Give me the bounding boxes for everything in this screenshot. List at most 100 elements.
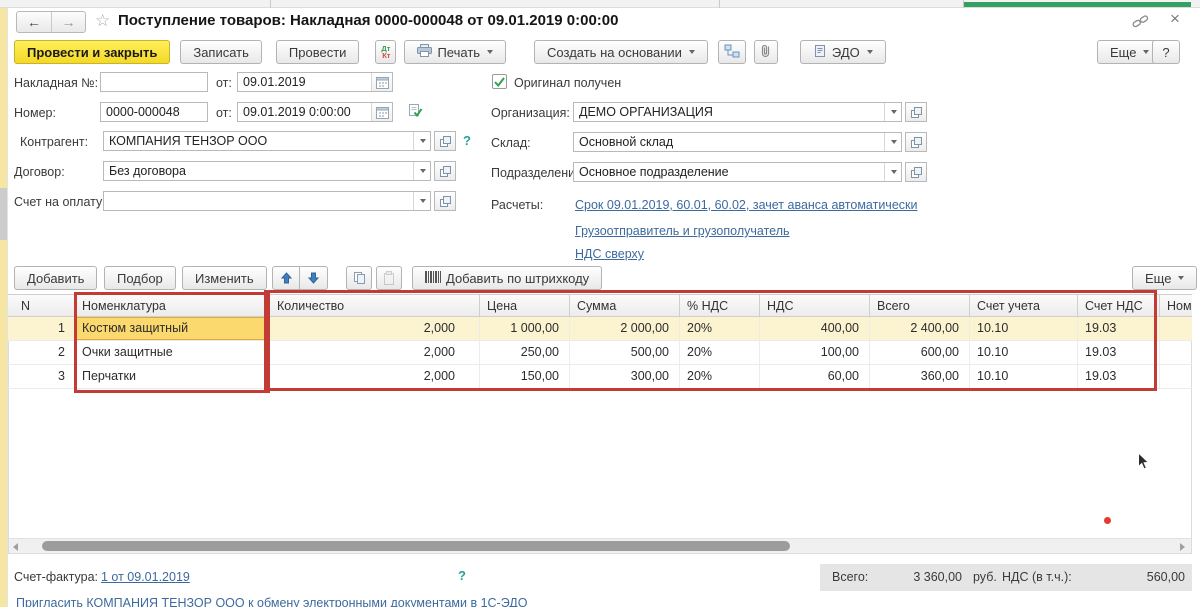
calendar-icon[interactable] — [371, 73, 392, 91]
warehouse-open-button[interactable] — [905, 132, 927, 152]
cell-n[interactable]: 1 — [8, 317, 75, 341]
warehouse-combobox[interactable]: Основной склад — [573, 132, 902, 152]
counterparty-help-link[interactable]: ? — [463, 133, 471, 148]
copy-rows-button[interactable] — [346, 266, 372, 290]
add-row-button[interactable]: Добавить — [14, 266, 97, 290]
document-posted-check-icon[interactable] — [408, 103, 424, 122]
cell-vat-percent[interactable]: 20% — [680, 317, 760, 341]
help-button[interactable]: ? — [1152, 40, 1180, 64]
chevron-down-icon[interactable] — [884, 133, 901, 151]
cell-vat[interactable]: 60,00 — [760, 365, 870, 389]
department-combobox[interactable]: Основное подразделение — [573, 162, 902, 182]
cell-total[interactable]: 600,00 — [870, 341, 970, 365]
warehouse-value[interactable]: Основной склад — [574, 135, 884, 149]
cell-clipped[interactable] — [1160, 365, 1192, 389]
cell-vat-account[interactable]: 19.03 — [1078, 317, 1160, 341]
chevron-down-icon[interactable] — [884, 163, 901, 181]
invoice-factura-link[interactable]: 1 от 09.01.2019 — [101, 570, 190, 584]
cell-sum[interactable]: 2 000,00 — [570, 317, 680, 341]
organization-combobox[interactable]: ДЕМО ОРГАНИЗАЦИЯ — [573, 102, 902, 122]
cell-clipped[interactable] — [1160, 341, 1192, 365]
chevron-down-icon[interactable] — [413, 192, 430, 210]
department-value[interactable]: Основное подразделение — [574, 165, 884, 179]
cell-vat[interactable]: 100,00 — [760, 341, 870, 365]
get-link-icon[interactable] — [1132, 14, 1149, 32]
chevron-down-icon[interactable] — [413, 132, 430, 150]
close-icon[interactable]: × — [1170, 11, 1180, 27]
related-documents-button[interactable] — [718, 40, 746, 64]
payment-invoice-open-button[interactable] — [434, 191, 456, 211]
invoice-date-field[interactable]: 09.01.2019 — [237, 72, 393, 92]
doc-datetime-value[interactable]: 09.01.2019 0:00:00 — [238, 105, 371, 119]
post-button[interactable]: Провести — [276, 40, 360, 64]
invoice-number-field[interactable] — [100, 72, 208, 92]
number-field[interactable]: 0000-000048 — [100, 102, 208, 122]
doc-datetime-field[interactable]: 09.01.2019 0:00:00 — [237, 102, 393, 122]
back-button[interactable]: ← — [17, 12, 51, 32]
scrollbar-thumb[interactable] — [42, 541, 790, 551]
cell-nomenclature[interactable]: Перчатки — [75, 365, 270, 389]
scroll-right-icon[interactable] — [1180, 543, 1185, 551]
counterparty-open-button[interactable] — [434, 131, 456, 151]
contract-open-button[interactable] — [434, 161, 456, 181]
attachments-button[interactable] — [754, 40, 778, 64]
cell-vat-account[interactable]: 19.03 — [1078, 341, 1160, 365]
cell-quantity[interactable]: 2,000 — [270, 365, 480, 389]
scroll-left-icon[interactable] — [13, 543, 18, 551]
original-received-label[interactable]: Оригинал получен — [514, 76, 621, 90]
organization-open-button[interactable] — [905, 102, 927, 122]
cell-account[interactable]: 10.10 — [970, 365, 1078, 389]
cell-account[interactable]: 10.10 — [970, 317, 1078, 341]
counterparty-combobox[interactable]: КОМПАНИЯ ТЕНЗОР ООО — [103, 131, 431, 151]
print-button[interactable]: Печать — [404, 40, 506, 64]
move-up-button[interactable] — [272, 266, 300, 290]
vat-on-top-link[interactable]: НДС сверху — [575, 247, 644, 261]
cell-quantity[interactable]: 2,000 — [270, 317, 480, 341]
add-by-barcode-button[interactable]: Добавить по штрихкоду — [412, 266, 602, 290]
edit-button[interactable]: Изменить — [182, 266, 267, 290]
chevron-down-icon[interactable] — [413, 162, 430, 180]
cell-account[interactable]: 10.10 — [970, 341, 1078, 365]
cell-vat[interactable]: 400,00 — [760, 317, 870, 341]
move-down-button[interactable] — [300, 266, 328, 290]
counterparty-value[interactable]: КОМПАНИЯ ТЕНЗОР ООО — [104, 134, 413, 148]
cell-sum[interactable]: 500,00 — [570, 341, 680, 365]
edo-invite-link[interactable]: Пригласить КОМПАНИЯ ТЕНЗОР ООО к обмену … — [16, 596, 527, 607]
cell-total[interactable]: 360,00 — [870, 365, 970, 389]
cell-vat-account[interactable]: 19.03 — [1078, 365, 1160, 389]
calendar-icon[interactable] — [371, 103, 392, 121]
invoice-date-value[interactable]: 09.01.2019 — [238, 75, 371, 89]
payment-invoice-combobox[interactable] — [103, 191, 431, 211]
cell-price[interactable]: 1 000,00 — [480, 317, 570, 341]
cell-price[interactable]: 250,00 — [480, 341, 570, 365]
post-and-close-button[interactable]: Провести и закрыть — [14, 40, 170, 64]
dtkt-postings-button[interactable]: ДтКт — [375, 40, 396, 64]
cell-quantity[interactable]: 2,000 — [270, 341, 480, 365]
cell-vat-percent[interactable]: 20% — [680, 341, 760, 365]
settlements-terms-link[interactable]: Срок 09.01.2019, 60.01, 60.02, зачет ава… — [575, 198, 917, 212]
footer-help-link[interactable]: ? — [458, 568, 466, 583]
contract-combobox[interactable]: Без договора — [103, 161, 431, 181]
contract-value[interactable]: Без договора — [104, 164, 413, 178]
write-button[interactable]: Записать — [180, 40, 262, 64]
cell-vat-percent[interactable]: 20% — [680, 365, 760, 389]
organization-value[interactable]: ДЕМО ОРГАНИЗАЦИЯ — [574, 105, 884, 119]
consignor-consignee-link[interactable]: Грузоотправитель и грузополучатель — [575, 224, 790, 238]
cell-total[interactable]: 2 400,00 — [870, 317, 970, 341]
chevron-down-icon[interactable] — [884, 103, 901, 121]
cell-n[interactable]: 3 — [8, 365, 75, 389]
cell-sum[interactable]: 300,00 — [570, 365, 680, 389]
cell-nomenclature-selected[interactable]: Костюм защитный — [75, 317, 270, 341]
cell-nomenclature[interactable]: Очки защитные — [75, 341, 270, 365]
cell-clipped[interactable] — [1160, 317, 1192, 341]
paste-rows-button[interactable] — [376, 266, 402, 290]
original-received-checkbox[interactable] — [492, 74, 507, 89]
cell-n[interactable]: 2 — [8, 341, 75, 365]
forward-button[interactable]: → — [51, 12, 85, 32]
more-button-table[interactable]: Еще — [1132, 266, 1197, 290]
edo-button[interactable]: ЭДО — [800, 40, 886, 64]
pick-button[interactable]: Подбор — [104, 266, 176, 290]
create-on-basis-button[interactable]: Создать на основании — [534, 40, 708, 64]
department-open-button[interactable] — [905, 162, 927, 182]
cell-price[interactable]: 150,00 — [480, 365, 570, 389]
